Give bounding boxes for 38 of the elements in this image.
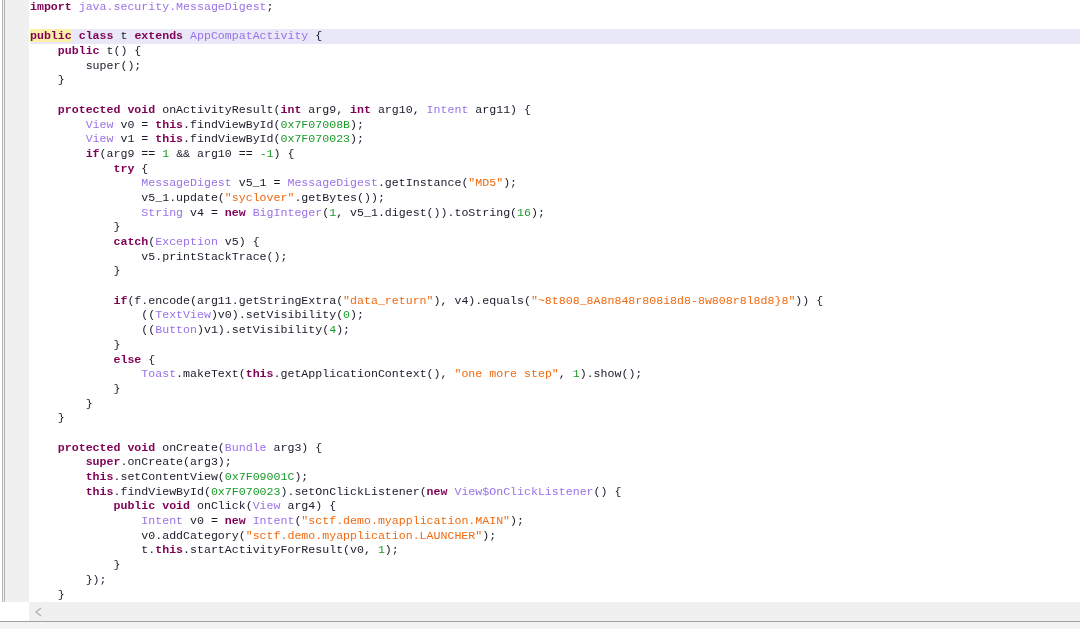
code-line: } [112, 381, 122, 397]
code-line: } [112, 337, 122, 353]
code-line: Toast.makeText(this.getApplicationContext(), "one more step", 1).show(); [140, 367, 644, 382]
code-line: } [56, 411, 66, 426]
code-line: v5_1.update("syclover".getBytes()); [140, 190, 386, 206]
code-line: } [84, 396, 94, 412]
code-line: } [112, 220, 122, 235]
code-line: try { [112, 161, 150, 177]
code-line: v0.addCategory("sctf.demo.myapplication.LAUNCHER"); [140, 528, 498, 544]
code-line: catch(Exception v5) { [112, 235, 261, 250]
code-line: ((TextView)v0).setVisibility(0); [140, 308, 365, 324]
code-line: this.setContentView(0x7F09001C); [84, 470, 310, 485]
code-line: }); [84, 572, 108, 588]
code-line: } [112, 558, 122, 573]
code-line: t.this.startActivityForResult(v0, 1); [140, 543, 400, 559]
code-line: if(arg9 == 1 && arg10 == -1) { [84, 146, 296, 162]
code-line: String v4 = new BigInteger(1, v5_1.digest()).toString(16); [140, 205, 546, 221]
code-line: Intent v0 = new Intent("sctf.demo.myapplication.MAIN"); [140, 514, 525, 529]
code-line: } [112, 264, 122, 280]
code-line: public t() { [56, 44, 143, 59]
code-line: v5.printStackTrace(); [140, 249, 289, 265]
code-line: } [56, 587, 66, 603]
code-line: } [56, 73, 66, 89]
code-line: if(f.encode(arg11.getStringExtra("data_return"), v4).equals("~8t808_8A8n848r808i8d8-8w808r8l8d8}8")) { [112, 293, 825, 309]
scroll-left-icon[interactable] [35, 606, 42, 617]
code-line: import java.security.MessageDigest; [30, 0, 275, 15]
code-line: super(); [84, 58, 143, 74]
code-line: View v1 = this.findViewById(0x7F070023); [84, 132, 365, 147]
code-line: protected void onCreate(Bundle arg3) { [56, 440, 324, 456]
horizontal-scrollbar[interactable] [29, 602, 1080, 621]
code-line: this.findViewById(0x7F070023).setOnClickListener(new View$OnClickListener() { [84, 484, 623, 500]
code-line: View v0 = this.findViewById(0x7F07008B); [84, 117, 365, 133]
code-line: super.onCreate(arg3); [84, 455, 233, 470]
code-line: else { [112, 352, 157, 368]
code-line: protected void onActivityResult(int arg9, int arg10, Intent arg11) { [56, 102, 532, 118]
code-line: MessageDigest v5_1 = MessageDigest.getInstance("MD5"); [140, 176, 519, 191]
code-line: ((Button)v1).setVisibility(4); [140, 323, 352, 338]
code-line: public void onClick(View arg4) { [112, 499, 338, 515]
